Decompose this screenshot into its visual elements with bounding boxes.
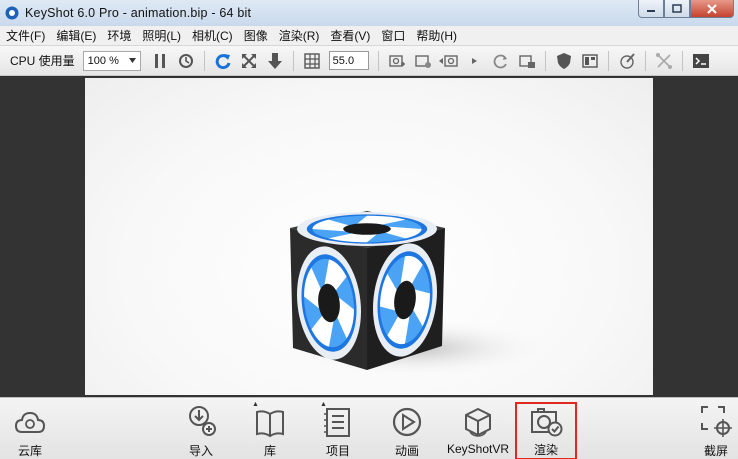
layout-button[interactable] (579, 50, 601, 72)
render-label: 渲染 (533, 443, 558, 457)
shield-icon (556, 52, 571, 69)
maximize-button[interactable] (664, 0, 690, 18)
reset-camera-button[interactable] (212, 50, 234, 72)
fit-view-button[interactable] (238, 50, 260, 72)
menu-lighting[interactable]: 照明(L) (142, 27, 181, 44)
animation-label: 动画 (394, 444, 419, 458)
caret-up-icon: ▲ (252, 401, 259, 408)
zoom-select[interactable]: 100 % (82, 50, 141, 71)
keyshot-logo-cube (275, 211, 555, 378)
cloud-library-button[interactable]: 云库 (12, 398, 48, 459)
import-label: 导入 (188, 444, 213, 458)
toolbar: CPU 使用量 100 % 55.0 (0, 46, 738, 76)
toolbar-separator (203, 50, 205, 71)
screenshot-icon (701, 406, 732, 437)
script-console-button[interactable] (690, 50, 712, 72)
previous-camera-button[interactable] (438, 50, 460, 72)
window-title: KeyShot 6.0 Pro - animation.bip - 64 bit (25, 6, 252, 20)
project-label: 项目 (325, 444, 350, 458)
menu-image[interactable]: 图像 (244, 27, 268, 44)
library-button[interactable]: ▲ 库 (252, 398, 288, 459)
menu-edit[interactable]: 编辑(E) (56, 27, 96, 44)
real-time-viewport[interactable] (0, 77, 738, 397)
material-button[interactable] (553, 50, 575, 72)
project-list-icon (324, 408, 350, 437)
keyshotvr-button[interactable]: KeyShotVR (446, 398, 510, 459)
cloud-library-label: 云库 (17, 444, 42, 458)
next-camera-button[interactable] (464, 50, 486, 72)
toolbar-separator (544, 50, 546, 71)
render-canvas[interactable] (85, 78, 653, 395)
close-button[interactable] (690, 0, 734, 18)
performance-mode-button[interactable] (175, 50, 197, 72)
chevron-right-icon (471, 57, 477, 64)
menu-render[interactable]: 渲染(R) (279, 27, 320, 44)
sync-icon (493, 54, 507, 68)
play-circle-icon (392, 407, 422, 437)
zoom-value: 100 % (87, 54, 119, 67)
cpu-usage-label: CPU 使用量 (10, 54, 75, 68)
menu-camera[interactable]: 相机(C) (192, 27, 233, 44)
sync-camera-button[interactable] (490, 50, 512, 72)
toolbar-separator (681, 50, 683, 71)
refresh-icon (215, 53, 231, 69)
menu-bar: 文件(F) 编辑(E) 环境 照明(L) 相机(C) 图像 渲染(R) 查看(V… (0, 26, 738, 46)
camera-settings-button[interactable] (412, 50, 434, 72)
menu-environment[interactable]: 环境 (107, 27, 131, 44)
expand-arrows-icon (241, 53, 256, 68)
brush-icon (619, 52, 635, 69)
transform-button[interactable] (653, 50, 675, 72)
screenshot-button[interactable]: 截屏 (697, 398, 735, 459)
animation-button[interactable]: 动画 (389, 398, 425, 459)
screenshot-label: 截屏 (703, 444, 728, 458)
bottom-ribbon: 云库 导入 ▲ 库 ▲ 项目 动画 KeyShotVR 渲染 截屏 (0, 397, 738, 459)
render-camera-icon (531, 408, 563, 437)
camera-gear-icon (414, 54, 431, 68)
import-icon (189, 406, 216, 436)
lock-camera-button[interactable] (516, 50, 538, 72)
menu-window[interactable]: 窗口 (381, 27, 405, 44)
console-icon (692, 53, 709, 68)
pause-button[interactable] (149, 50, 171, 72)
keyshotvr-label: KeyShotVR (446, 442, 510, 456)
camera-fov-button[interactable] (301, 50, 323, 72)
performance-icon (178, 53, 193, 68)
camera-lock-icon (518, 54, 535, 68)
fov-input[interactable]: 55.0 (328, 51, 369, 70)
geometry-edit-button[interactable] (616, 50, 638, 72)
transform-icon (655, 52, 672, 69)
project-button[interactable]: ▲ 项目 (320, 398, 356, 459)
minimize-button[interactable] (638, 0, 664, 18)
menu-help[interactable]: 帮助(H) (416, 27, 457, 44)
drop-to-ground-button[interactable] (264, 50, 286, 72)
vr-cube-icon (465, 407, 491, 437)
grid-icon (303, 52, 320, 69)
toolbar-separator (377, 50, 379, 71)
menu-file[interactable]: 文件(F) (6, 27, 45, 44)
layout-panels-icon (581, 53, 598, 68)
keyshot-app-icon (5, 6, 19, 20)
toolbar-separator (644, 50, 646, 71)
toolbar-separator (607, 50, 609, 71)
camera-prev-icon (438, 54, 458, 67)
maximize-icon (672, 4, 682, 13)
library-label: 库 (263, 444, 276, 458)
minimize-icon (647, 9, 655, 12)
cloud-icon (14, 411, 46, 433)
chevron-down-icon (128, 58, 136, 63)
render-button[interactable]: 渲染 (515, 402, 577, 459)
arrow-down-icon (267, 52, 282, 69)
book-icon (256, 410, 284, 438)
import-button[interactable]: 导入 (182, 398, 220, 459)
close-icon (707, 3, 717, 14)
menu-view[interactable]: 查看(V) (330, 27, 370, 44)
add-camera-button[interactable] (386, 50, 408, 72)
toolbar-separator (292, 50, 294, 71)
caret-up-icon: ▲ (320, 401, 327, 408)
pause-icon (154, 53, 165, 68)
camera-add-icon (388, 54, 405, 67)
title-bar: KeyShot 6.0 Pro - animation.bip - 64 bit (0, 0, 738, 26)
